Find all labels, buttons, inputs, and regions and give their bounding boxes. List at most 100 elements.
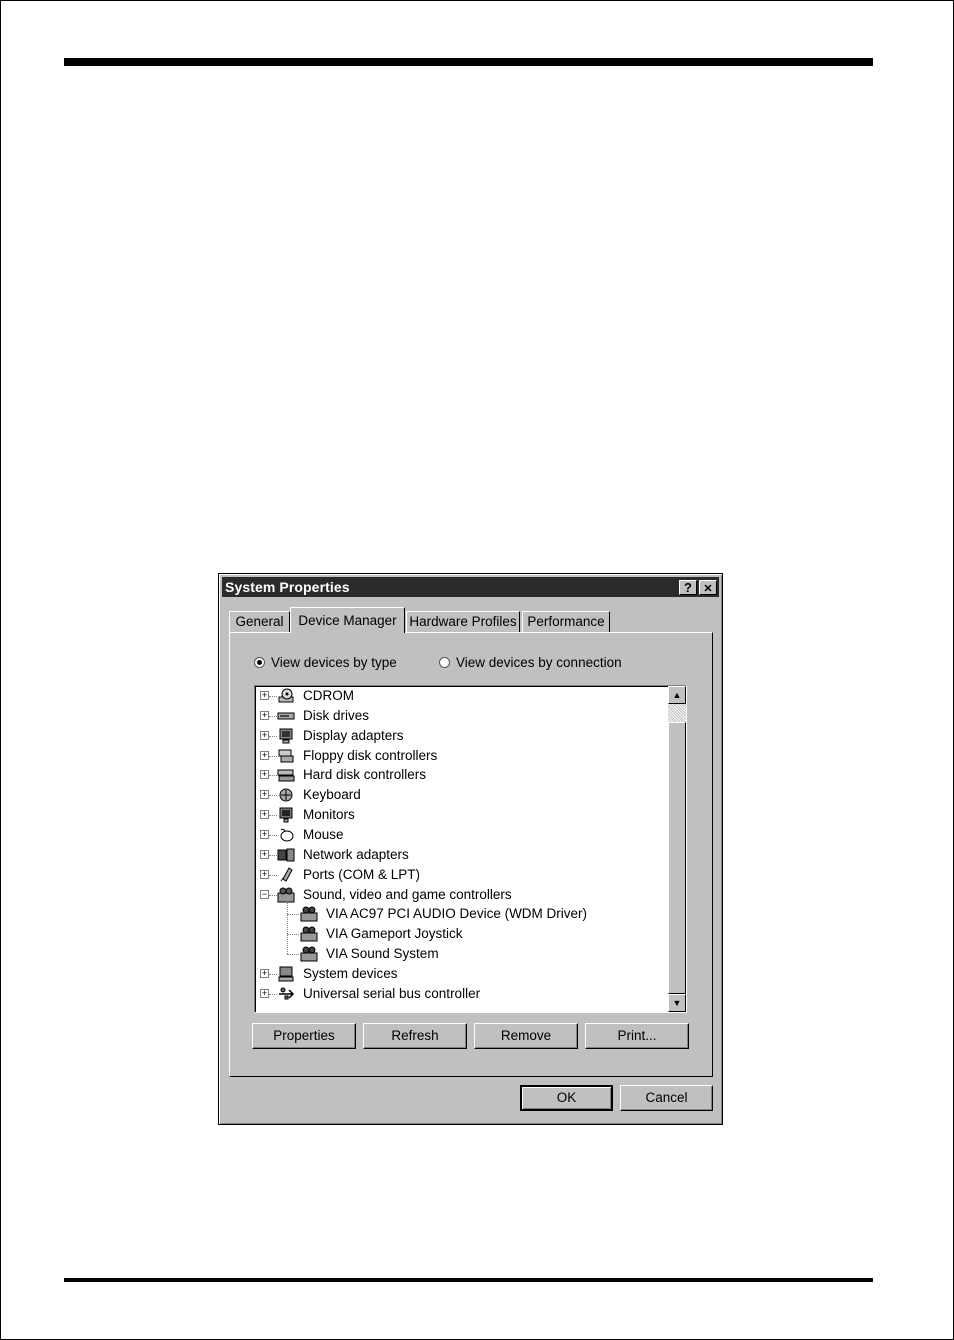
- network-adapter-icon: [277, 847, 295, 863]
- expand-icon[interactable]: +: [260, 770, 269, 780]
- tree-item-via-ac97-pci-audio-device-wdm-driver[interactable]: VIA AC97 PCI AUDIO Device (WDM Driver): [255, 904, 667, 924]
- tree-item-network-adapters[interactable]: + Network adapters: [255, 845, 667, 865]
- tree-connector: [269, 775, 277, 777]
- expand-icon[interactable]: +: [260, 869, 269, 879]
- tree-connector: [269, 993, 277, 995]
- tab-performance-label: Performance: [527, 614, 605, 629]
- port-icon: [277, 866, 295, 883]
- tree-item-ports-com-lpt[interactable]: + Ports (COM & LPT): [255, 865, 667, 885]
- help-button[interactable]: ?: [679, 580, 697, 595]
- expand-icon[interactable]: +: [260, 710, 269, 720]
- tree-connector: [269, 735, 277, 737]
- tab-hardware-profiles[interactable]: Hardware Profiles: [406, 611, 520, 633]
- display-adapter-icon: [277, 728, 295, 744]
- view-by-connection-option[interactable]: View devices by connection: [439, 655, 622, 670]
- view-by-type-radio[interactable]: [254, 657, 265, 668]
- tree-item-label: Keyboard: [303, 787, 361, 803]
- view-by-connection-label: View devices by connection: [456, 655, 622, 670]
- sound-device-icon: [300, 946, 318, 962]
- tree-connector: [269, 715, 277, 717]
- properties-button[interactable]: Properties: [252, 1023, 356, 1049]
- tree-item-label: System devices: [303, 965, 398, 981]
- view-by-connection-radio[interactable]: [439, 657, 450, 668]
- refresh-button[interactable]: Refresh: [363, 1023, 467, 1049]
- expand-icon[interactable]: +: [260, 988, 269, 998]
- ok-button[interactable]: OK: [520, 1085, 613, 1111]
- sound-device-icon: [300, 906, 318, 922]
- tree-item-cdrom[interactable]: + CDROM: [255, 686, 667, 706]
- help-icon: ?: [684, 580, 692, 595]
- scroll-track-hatched[interactable]: [668, 704, 686, 722]
- title-bar[interactable]: System Properties ? ✕: [222, 577, 719, 597]
- expand-icon[interactable]: +: [260, 849, 269, 859]
- tree-item-label: Disk drives: [303, 707, 370, 723]
- expand-icon[interactable]: +: [260, 829, 269, 839]
- tree-connector: [287, 934, 299, 936]
- expand-icon[interactable]: +: [260, 810, 269, 820]
- tree-item-keyboard[interactable]: + Keyboard: [255, 785, 667, 805]
- vertical-scrollbar[interactable]: ▲ ▼: [668, 686, 686, 1012]
- tree-connector: [269, 894, 277, 896]
- remove-button[interactable]: Remove: [474, 1023, 578, 1049]
- tree-connector: [269, 696, 277, 697]
- tree-item-display-adapters[interactable]: + Display adapters: [255, 726, 667, 746]
- sound-controller-icon: [277, 887, 295, 903]
- tree-item-system-devices[interactable]: + System devices: [255, 964, 667, 984]
- view-by-type-label: View devices by type: [271, 655, 397, 670]
- tree-item-label: Sound, video and game controllers: [303, 886, 512, 902]
- scroll-down-button[interactable]: ▼: [668, 994, 686, 1012]
- expand-icon[interactable]: +: [260, 730, 269, 740]
- hard-disk-controller-icon: [277, 767, 295, 783]
- tree-connector: [269, 854, 277, 856]
- expand-icon[interactable]: +: [260, 790, 269, 800]
- arrow-down-icon: ▼: [672, 998, 682, 1008]
- cancel-button[interactable]: Cancel: [620, 1085, 713, 1111]
- tree-connector: [269, 795, 277, 797]
- keyboard-icon: [277, 787, 295, 803]
- collapse-icon[interactable]: −: [260, 889, 269, 899]
- disk-drive-icon: [277, 708, 295, 724]
- dialog-title: System Properties: [225, 579, 350, 595]
- tree-item-label: Network adapters: [303, 846, 409, 862]
- view-by-type-option[interactable]: View devices by type: [254, 655, 397, 670]
- system-properties-dialog: System Properties ? ✕ General Device Man…: [218, 573, 723, 1125]
- tree-connector: [287, 954, 299, 956]
- tab-hardware-profiles-label: Hardware Profiles: [409, 614, 517, 629]
- tree-item-label: Hard disk controllers: [303, 767, 427, 783]
- tab-device-manager-label: Device Manager: [298, 613, 397, 628]
- tree-connector: [269, 755, 277, 757]
- tree-connector: [269, 874, 277, 876]
- tab-device-manager[interactable]: Device Manager: [290, 607, 405, 633]
- footer-rule: [64, 1278, 873, 1282]
- tree-item-floppy-disk-controllers[interactable]: + Floppy disk controllers: [255, 746, 667, 766]
- arrow-up-icon: ▲: [672, 690, 682, 700]
- tree-item-via-gameport-joystick[interactable]: VIA Gameport Joystick: [255, 924, 667, 944]
- tree-item-monitors[interactable]: + Monitors: [255, 805, 667, 825]
- system-device-icon: [277, 966, 295, 982]
- print-button[interactable]: Print...: [585, 1023, 689, 1049]
- header-rule: [64, 58, 873, 66]
- close-button[interactable]: ✕: [699, 580, 717, 595]
- expand-icon[interactable]: +: [260, 968, 269, 978]
- expand-icon[interactable]: +: [260, 691, 269, 700]
- tab-performance[interactable]: Performance: [522, 611, 610, 633]
- tree-item-hard-disk-controllers[interactable]: + Hard disk controllers: [255, 765, 667, 785]
- device-tree[interactable]: ▲ ▼ + CDROM + Disk drives + Display adapters +…: [254, 685, 687, 1013]
- tree-item-label: CDROM: [303, 688, 354, 703]
- tree-item-disk-drives[interactable]: + Disk drives: [255, 706, 667, 726]
- scroll-up-button[interactable]: ▲: [668, 686, 686, 704]
- tree-connector: [269, 834, 277, 836]
- tab-general-label: General: [235, 614, 284, 629]
- expand-icon[interactable]: +: [260, 750, 269, 760]
- tree-item-sound-video-and-game-controllers[interactable]: − Sound, video and game controllers: [255, 885, 667, 905]
- tree-item-via-sound-system[interactable]: VIA Sound System: [255, 944, 667, 964]
- tree-item-mouse[interactable]: + Mouse: [255, 825, 667, 845]
- tab-general[interactable]: General: [229, 611, 290, 633]
- tree-item-label: VIA Gameport Joystick: [326, 926, 463, 942]
- floppy-controller-icon: [277, 748, 295, 764]
- tree-item-label: Display adapters: [303, 727, 404, 743]
- tree-item-label: Monitors: [303, 807, 355, 823]
- tree-item-universal-serial-bus-controller[interactable]: + Universal serial bus controller: [255, 984, 667, 1004]
- tree-item-label: Mouse: [303, 826, 344, 842]
- scroll-thumb[interactable]: [668, 722, 686, 994]
